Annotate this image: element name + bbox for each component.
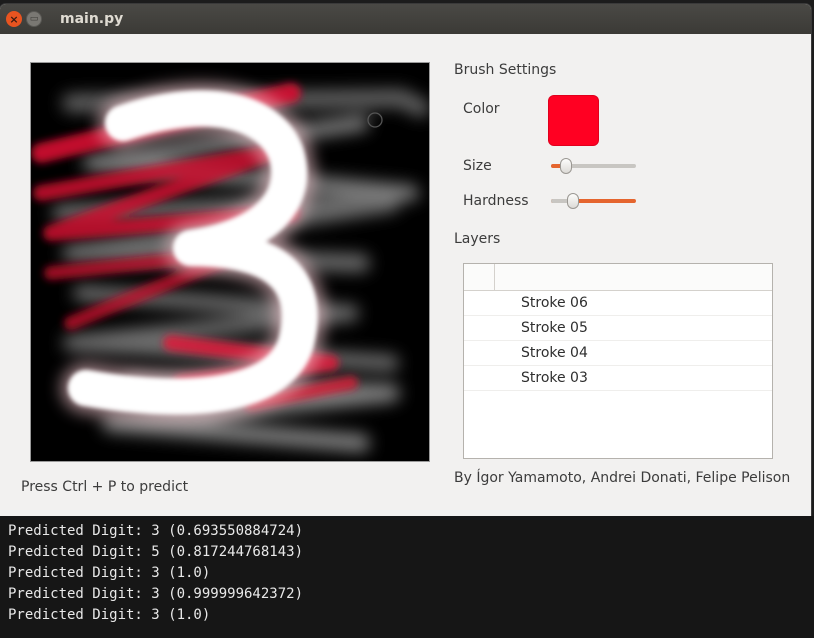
terminal-line: Predicted Digit: 3 (1.0) (8, 565, 211, 581)
drawing-canvas[interactable] (30, 62, 430, 462)
layers-list[interactable]: Stroke 06 Stroke 05 Stroke 04 Stroke 03 (463, 263, 773, 459)
size-slider[interactable] (551, 158, 636, 174)
layers-header-col-name[interactable] (495, 264, 772, 290)
layer-row[interactable]: Stroke 05 (464, 316, 772, 341)
terminal-line: Predicted Digit: 3 (1.0) (8, 607, 211, 623)
app-window: × ▭ main.py Press Ctrl + P to predict Br… (0, 4, 811, 516)
layer-row[interactable]: Stroke 04 (464, 341, 772, 366)
layer-label: Stroke 06 (521, 295, 588, 311)
layers-header (464, 264, 772, 291)
layer-label: Stroke 03 (521, 370, 588, 386)
layer-row[interactable]: Stroke 06 (464, 291, 772, 316)
layers-heading: Layers (454, 231, 501, 247)
size-slider-handle[interactable] (560, 158, 572, 174)
layer-label: Stroke 04 (521, 345, 588, 361)
color-swatch-button[interactable] (548, 95, 599, 146)
close-icon[interactable]: × (6, 11, 22, 27)
hardness-label: Hardness (463, 193, 529, 209)
layer-label: Stroke 05 (521, 320, 588, 336)
color-label: Color (463, 101, 500, 117)
layers-header-col-visibility[interactable] (464, 264, 495, 290)
terminal-output: Predicted Digit: 3 (0.693550884724) Pred… (0, 516, 814, 638)
canvas-strokes (31, 63, 429, 461)
terminal-line: Predicted Digit: 3 (0.693550884724) (8, 523, 304, 539)
window-title: main.py (60, 11, 124, 27)
size-label: Size (463, 158, 492, 174)
terminal-line: Predicted Digit: 3 (0.999999642372) (8, 586, 304, 602)
title-bar: × ▭ main.py (0, 4, 811, 34)
hardness-slider-handle[interactable] (567, 193, 579, 209)
layer-row[interactable]: Stroke 03 (464, 366, 772, 391)
predict-hint: Press Ctrl + P to predict (21, 479, 189, 495)
hardness-slider[interactable] (551, 193, 636, 209)
minimize-icon[interactable]: ▭ (26, 11, 42, 27)
brush-settings-heading: Brush Settings (454, 62, 557, 78)
terminal-line: Predicted Digit: 5 (0.817244768143) (8, 544, 304, 560)
credits-text: By Ígor Yamamoto, Andrei Donati, Felipe … (454, 470, 791, 486)
